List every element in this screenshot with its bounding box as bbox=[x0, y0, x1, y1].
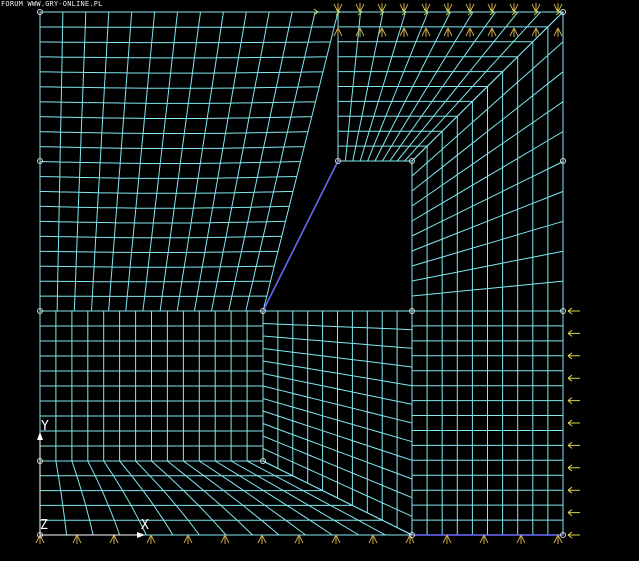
load-arrow-icon bbox=[567, 531, 580, 539]
support-icon bbox=[183, 534, 193, 544]
support-icon bbox=[294, 534, 304, 544]
support-icon bbox=[146, 534, 156, 544]
support-icon bbox=[333, 27, 343, 37]
patch-bottom bbox=[39, 460, 413, 536]
support-icon bbox=[35, 534, 45, 544]
load-arrow-icon bbox=[567, 374, 580, 382]
load-arrow-icon bbox=[567, 419, 580, 427]
patch-lower-left bbox=[39, 310, 264, 462]
support-icon bbox=[487, 27, 497, 37]
support-icon bbox=[465, 27, 475, 37]
support-icon bbox=[331, 534, 341, 544]
load-arrow-icon bbox=[567, 442, 580, 449]
load-arrow-icon bbox=[567, 509, 580, 516]
support-icon bbox=[509, 27, 519, 37]
load-arrow-icon bbox=[567, 307, 580, 315]
support-icon bbox=[399, 27, 409, 37]
patch-upper-top bbox=[337, 11, 564, 162]
support-icon bbox=[421, 27, 431, 37]
support-icon bbox=[220, 534, 230, 544]
opening-shape bbox=[262, 160, 413, 312]
patch-lower-right bbox=[411, 310, 564, 536]
patch-lower-mid bbox=[262, 310, 413, 536]
load-arrow-icon bbox=[567, 486, 580, 494]
y-axis-label: Y bbox=[41, 419, 49, 434]
support-icon bbox=[553, 27, 563, 37]
support-icon bbox=[72, 534, 82, 544]
support-icon bbox=[109, 534, 119, 544]
load-arrow-icon bbox=[567, 397, 580, 404]
patch-upper-top-lines bbox=[337, 11, 564, 162]
load-arrow-icon bbox=[567, 464, 580, 472]
patch-lower-mid-lines bbox=[262, 310, 413, 536]
support-icon bbox=[368, 534, 378, 544]
support-icon bbox=[355, 27, 365, 37]
support-icon bbox=[479, 534, 489, 544]
support-icon bbox=[516, 534, 526, 544]
patch-bottom-lines bbox=[39, 460, 413, 536]
support-icon bbox=[442, 534, 452, 544]
load-arrow-icon bbox=[567, 330, 580, 337]
z-axis-label: Z bbox=[40, 518, 48, 533]
x-axis-label: X bbox=[141, 518, 149, 533]
patch-lower-left-lines bbox=[39, 310, 264, 462]
load-arrow-icon bbox=[567, 352, 580, 360]
patch-lower-right-lines bbox=[411, 310, 564, 536]
support-icon bbox=[257, 534, 267, 544]
fe-mesh-canvas[interactable]: Y X Z bbox=[0, 0, 639, 561]
support-icon bbox=[443, 27, 453, 37]
